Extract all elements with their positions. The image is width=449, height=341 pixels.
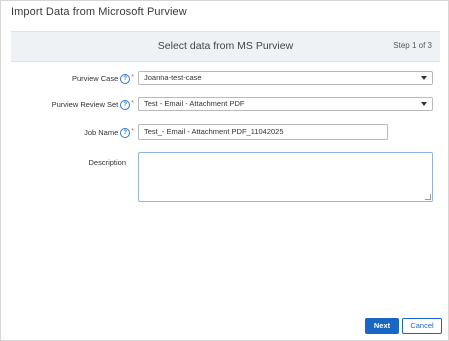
purview-case-select[interactable]: Joanna-test-case (138, 71, 433, 85)
review-set-select[interactable]: Test - Email - Attachment PDF (138, 97, 433, 111)
wizard-header-title: Select data from MS Purview (157, 40, 294, 52)
purview-case-label-text: Purview Case (71, 74, 119, 83)
import-dialog: Import Data from Microsoft Purview Selec… (0, 0, 449, 341)
job-name-label: Job Name? * (84, 128, 134, 139)
purview-case-label: Purview Case? * (71, 74, 134, 85)
help-icon[interactable]: ? (120, 74, 131, 85)
help-icon[interactable]: ? (120, 128, 131, 139)
chevron-down-icon (421, 102, 427, 106)
job-name-value: Test_- Email - Attachment PDF_11042025 (144, 127, 284, 136)
required-marker: * (131, 100, 134, 107)
description-textarea[interactable] (138, 152, 433, 202)
wizard-step-indicator: Step 1 of 3 (393, 41, 432, 50)
help-icon[interactable]: ? (120, 100, 131, 111)
review-set-label-text: Purview Review Set (51, 100, 119, 109)
dialog-title: Import Data from Microsoft Purview (11, 6, 187, 18)
description-label: Description (88, 158, 126, 167)
chevron-down-icon (421, 76, 427, 80)
required-marker: * (131, 128, 134, 135)
next-button[interactable]: Next (365, 318, 399, 334)
purview-case-value: Joanna-test-case (144, 73, 202, 82)
review-set-label: Purview Review Set? * (51, 100, 134, 111)
review-set-value: Test - Email - Attachment PDF (144, 99, 245, 108)
job-name-label-text: Job Name (84, 128, 119, 137)
wizard-header: Select data from MS Purview Step 1 of 3 (11, 31, 440, 62)
cancel-button[interactable]: Cancel (402, 318, 442, 334)
description-label-text: Description (88, 158, 126, 167)
resize-handle-icon[interactable] (425, 194, 431, 200)
job-name-input[interactable]: Test_- Email - Attachment PDF_11042025 (138, 124, 388, 140)
required-marker: * (131, 74, 134, 81)
